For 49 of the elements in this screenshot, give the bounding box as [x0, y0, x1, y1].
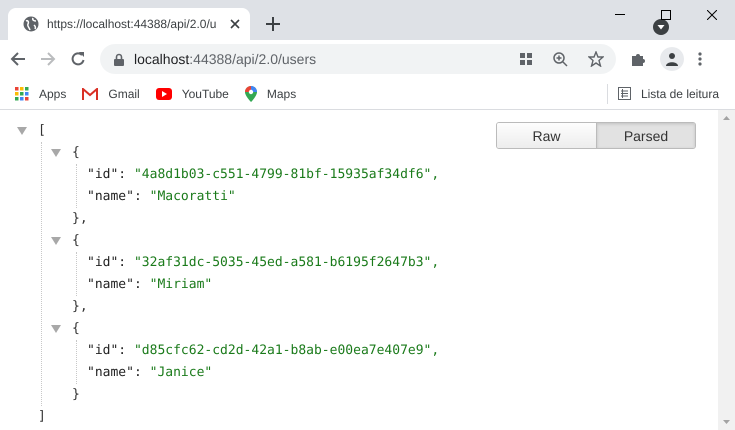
reading-list-button[interactable]: Lista de leitura	[618, 84, 719, 102]
bookmark-item[interactable]: Gmail	[82, 84, 140, 102]
json-key: "name":	[87, 189, 142, 204]
list-icon	[618, 87, 631, 100]
json-key: "id":	[87, 255, 126, 270]
json-key: "name":	[87, 365, 142, 380]
json-string-value: "32af31dc-5035-45ed-a581-b6195f2647b3",	[134, 255, 440, 270]
brace-text: {	[72, 144, 80, 162]
profile-avatar[interactable]	[660, 47, 684, 71]
lock-icon	[114, 52, 124, 66]
url-text: localhost:44388/api/2.0/users	[134, 50, 318, 69]
view-toggle-button[interactable]: Raw	[497, 123, 596, 148]
envelope-icon	[82, 88, 98, 100]
address-bar[interactable]: localhost:44388/api/2.0/users	[100, 44, 616, 74]
bookmark-item[interactable]: Apps	[15, 84, 66, 102]
brace-text: {	[72, 232, 80, 250]
close-icon[interactable]	[230, 19, 240, 29]
json-key: "id":	[87, 167, 126, 182]
qr-code-icon[interactable]	[519, 52, 533, 66]
json-string-value: "Macoratti"	[150, 189, 236, 204]
brace-text: }	[72, 387, 80, 402]
menu-icon[interactable]	[698, 52, 702, 66]
reload-icon[interactable]	[70, 51, 86, 67]
json-key: "name":	[87, 277, 142, 292]
bookmark-item[interactable]: Maps	[244, 84, 296, 102]
map-pin-icon	[244, 86, 257, 102]
bracket-text: ]	[38, 409, 46, 424]
json-string-value: "d85cfc62-cd2d-42a1-b8ab-e00ea7e407e9",	[134, 343, 440, 358]
bookmark-item[interactable]: YouTube	[156, 84, 229, 102]
browser-tab[interactable]: https://localhost:44388/api/2.0/u	[8, 8, 250, 40]
json-string-value: "Miriam"	[150, 277, 212, 292]
brace-text: {	[72, 320, 80, 338]
brace-text: },	[72, 299, 88, 314]
puzzle-piece-icon[interactable]	[630, 51, 646, 67]
tab-title: https://localhost:44388/api/2.0/u	[47, 16, 218, 33]
star-icon[interactable]	[588, 51, 604, 67]
apps-grid-icon	[15, 86, 29, 100]
json-string-value: "Janice"	[150, 365, 212, 380]
brace-text: },	[72, 211, 88, 226]
globe-icon	[23, 16, 39, 32]
back-arrow-icon[interactable]	[10, 51, 26, 67]
json-key: "id":	[87, 343, 126, 358]
play-icon	[156, 88, 172, 100]
json-string-value: "4a8d1b03-c551-4799-81bf-15935af34df6",	[134, 167, 440, 182]
bracket-text: [	[38, 122, 46, 140]
view-toggle-button[interactable]: Parsed	[596, 123, 695, 148]
zoom-in-icon[interactable]	[553, 52, 568, 66]
new-tab-icon[interactable]	[266, 17, 280, 31]
tab-search-icon[interactable]	[653, 19, 669, 35]
